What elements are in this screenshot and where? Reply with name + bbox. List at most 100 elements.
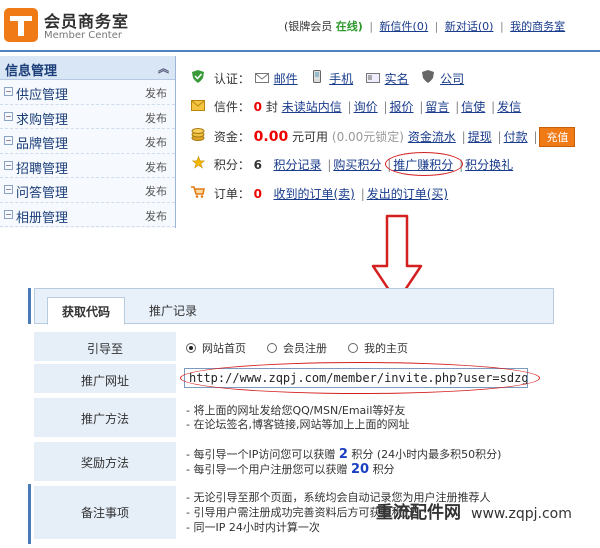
app-title: 会员商务室 [44,12,130,31]
radio-icon[interactable] [266,343,277,353]
sidebar-item-brand[interactable]: − 品牌管理 发布 [0,129,175,154]
envelope-icon [190,100,206,114]
sidebar-item-purchase[interactable]: − 求购管理 发布 [0,105,175,129]
method-label: 推广方法 [34,398,176,437]
points-row: 积分： 6 积分记录 | 购买积分 | 推广赚积分 | 积分换礼 [190,152,513,178]
highlight-circle [385,152,463,176]
reward-text: - 每引导一个IP访问您可以获赠 2 积分 (24小时内最多积50积分) - 每… [178,442,554,481]
publish-link[interactable]: 发布 [145,159,167,175]
publish-link[interactable]: 发布 [145,134,167,150]
publish-link[interactable]: 发布 [145,85,167,101]
sidebar-item-label[interactable]: 求购管理 [16,109,68,128]
expand-icon[interactable]: − [4,87,13,96]
message-link[interactable]: 留言 [425,100,449,114]
cart-icon [190,186,206,201]
auth-email-link[interactable]: 邮件 [274,72,298,86]
pay-link[interactable]: 付款 [504,130,528,144]
points-exchange-link[interactable]: 积分换礼 [465,158,513,172]
guide-row: 引导至 网站首页 会员注册 我的主页 [34,332,554,362]
withdraw-link[interactable]: 提现 [468,130,492,144]
reward-label: 奖励方法 [34,442,176,481]
expand-icon[interactable]: − [4,185,13,194]
radio-register[interactable]: 会员注册 [266,342,327,355]
recharge-button[interactable]: 充值 [539,127,576,147]
radio-homepage[interactable]: 网站首页 [186,342,246,355]
url-label: 推广网址 [34,364,176,393]
sidebar-title: 信息管理 [5,64,58,79]
inquiry-link[interactable]: 询价 [354,100,378,114]
method-text: - 将上面的网址发给您QQ/MSN/Email等好友 - 在论坛签名,博客链接,… [178,398,554,437]
received-orders-link[interactable]: 收到的订单(卖) [273,187,354,201]
funds-row: 资金： 0.00 元可用 (0.00元锁定) 资金流水 | 提现 | 付款 | 充值 [190,127,576,149]
funds-flow-link[interactable]: 资金流水 [408,130,456,144]
collapse-icon[interactable]: ︽ [158,60,169,76]
sidebar-item-label[interactable]: 供应管理 [16,84,68,103]
send-mail-link[interactable]: 发信 [497,100,521,114]
unread-mail-link[interactable]: 未读站内信 [282,100,342,114]
publish-link[interactable]: 发布 [145,208,167,224]
highlight-circle [180,362,540,394]
method-row: 推广方法 - 将上面的网址发给您QQ/MSN/Email等好友 - 在论坛签名,… [34,398,554,438]
sidebar-item-label[interactable]: 相册管理 [16,207,68,226]
funds-amount: 0.00 [253,129,289,145]
orders-row: 订单： 0 收到的订单(卖) | 发出的订单(买) [190,185,448,207]
sidebar-item-label[interactable]: 问答管理 [16,182,68,201]
star-icon [190,155,206,172]
id-card-icon [365,72,381,86]
sidebar: 信息管理 ︽ − 供应管理 发布 − 求购管理 发布 − 品牌管理 发布 − 招… [0,56,176,228]
mail-row: 信件： 0 封 未读站内信 | 询价 | 报价 | 留言 | 信使 | 发信 [190,98,521,120]
header: 会员商务室 Member Center (银牌会员 在线) | 新信件(0) |… [0,0,600,52]
radio-icon[interactable] [186,343,196,353]
mobile-icon [309,70,325,86]
orders-count: 0 [253,187,263,201]
coins-icon [190,128,206,144]
sidebar-item-supply[interactable]: − 供应管理 发布 [0,80,175,105]
expand-icon[interactable]: − [4,160,13,170]
radio-icon[interactable] [347,343,358,353]
expand-icon[interactable]: − [4,136,13,145]
sidebar-item-album[interactable]: − 相册管理 发布 [0,203,175,227]
quote-link[interactable]: 报价 [389,100,413,114]
header-links: (银牌会员 在线) | 新信件(0) | 新对话(0) | 我的商务室 [284,20,566,33]
new-mail-link[interactable]: 新信件(0) [380,20,429,33]
expand-icon[interactable]: − [4,111,13,121]
url-cell: http://www.zqpj.com/member/invite.php?us… [178,362,554,394]
company-shield-icon [420,70,436,86]
auth-mobile-link[interactable]: 手机 [329,72,353,86]
new-chat-link[interactable]: 新对话(0) [445,20,494,33]
reward-row: 奖励方法 - 每引导一个IP访问您可以获赠 2 积分 (24小时内最多积50积分… [34,442,554,482]
messenger-link[interactable]: 信使 [461,100,485,114]
logo-icon [4,8,38,42]
my-office-link[interactable]: 我的商务室 [510,20,565,33]
member-type: (银牌会员 [284,20,333,33]
app-subtitle: Member Center [44,30,122,41]
sidebar-header[interactable]: 信息管理 ︽ [0,56,175,80]
online-status: 在线) [335,20,363,33]
funds-locked: (0.00元锁定) [331,130,404,144]
tab-get-code[interactable]: 获取代码 [47,297,126,325]
sidebar-item-label[interactable]: 招聘管理 [16,158,68,177]
expand-icon[interactable]: − [4,209,13,219]
notes-label: 备注事项 [34,486,176,539]
guide-options: 网站首页 会员注册 我的主页 [178,332,554,361]
url-row: 推广网址 http://www.zqpj.com/member/invite.p… [34,362,554,394]
buy-points-link[interactable]: 购买积分 [333,158,381,172]
shield-check-icon [190,70,206,86]
email-icon [254,72,270,86]
sidebar-item-qa[interactable]: − 问答管理 发布 [0,178,175,203]
radio-myhomepage[interactable]: 我的主页 [347,342,408,355]
tab-bar: 获取代码 推广记录 [34,288,554,325]
publish-link[interactable]: 发布 [145,110,167,126]
auth-company-link[interactable]: 公司 [440,72,464,86]
sidebar-item-jobs[interactable]: − 招聘管理 发布 [0,154,175,178]
member-center-panel: 会员商务室 Member Center (银牌会员 在线) | 新信件(0) |… [0,0,600,228]
watermark: 重流配件网 www.zqpj.com [376,503,572,523]
guide-label: 引导至 [34,332,176,361]
auth-row: 认证： 邮件 手机 实名 公司 [190,70,464,92]
publish-link[interactable]: 发布 [145,183,167,199]
tab-promote-record[interactable]: 推广记录 [135,297,211,325]
auth-realname-link[interactable]: 实名 [385,72,409,86]
points-record-link[interactable]: 积分记录 [273,158,321,172]
sent-orders-link[interactable]: 发出的订单(买) [367,187,448,201]
sidebar-item-label[interactable]: 品牌管理 [16,133,68,152]
